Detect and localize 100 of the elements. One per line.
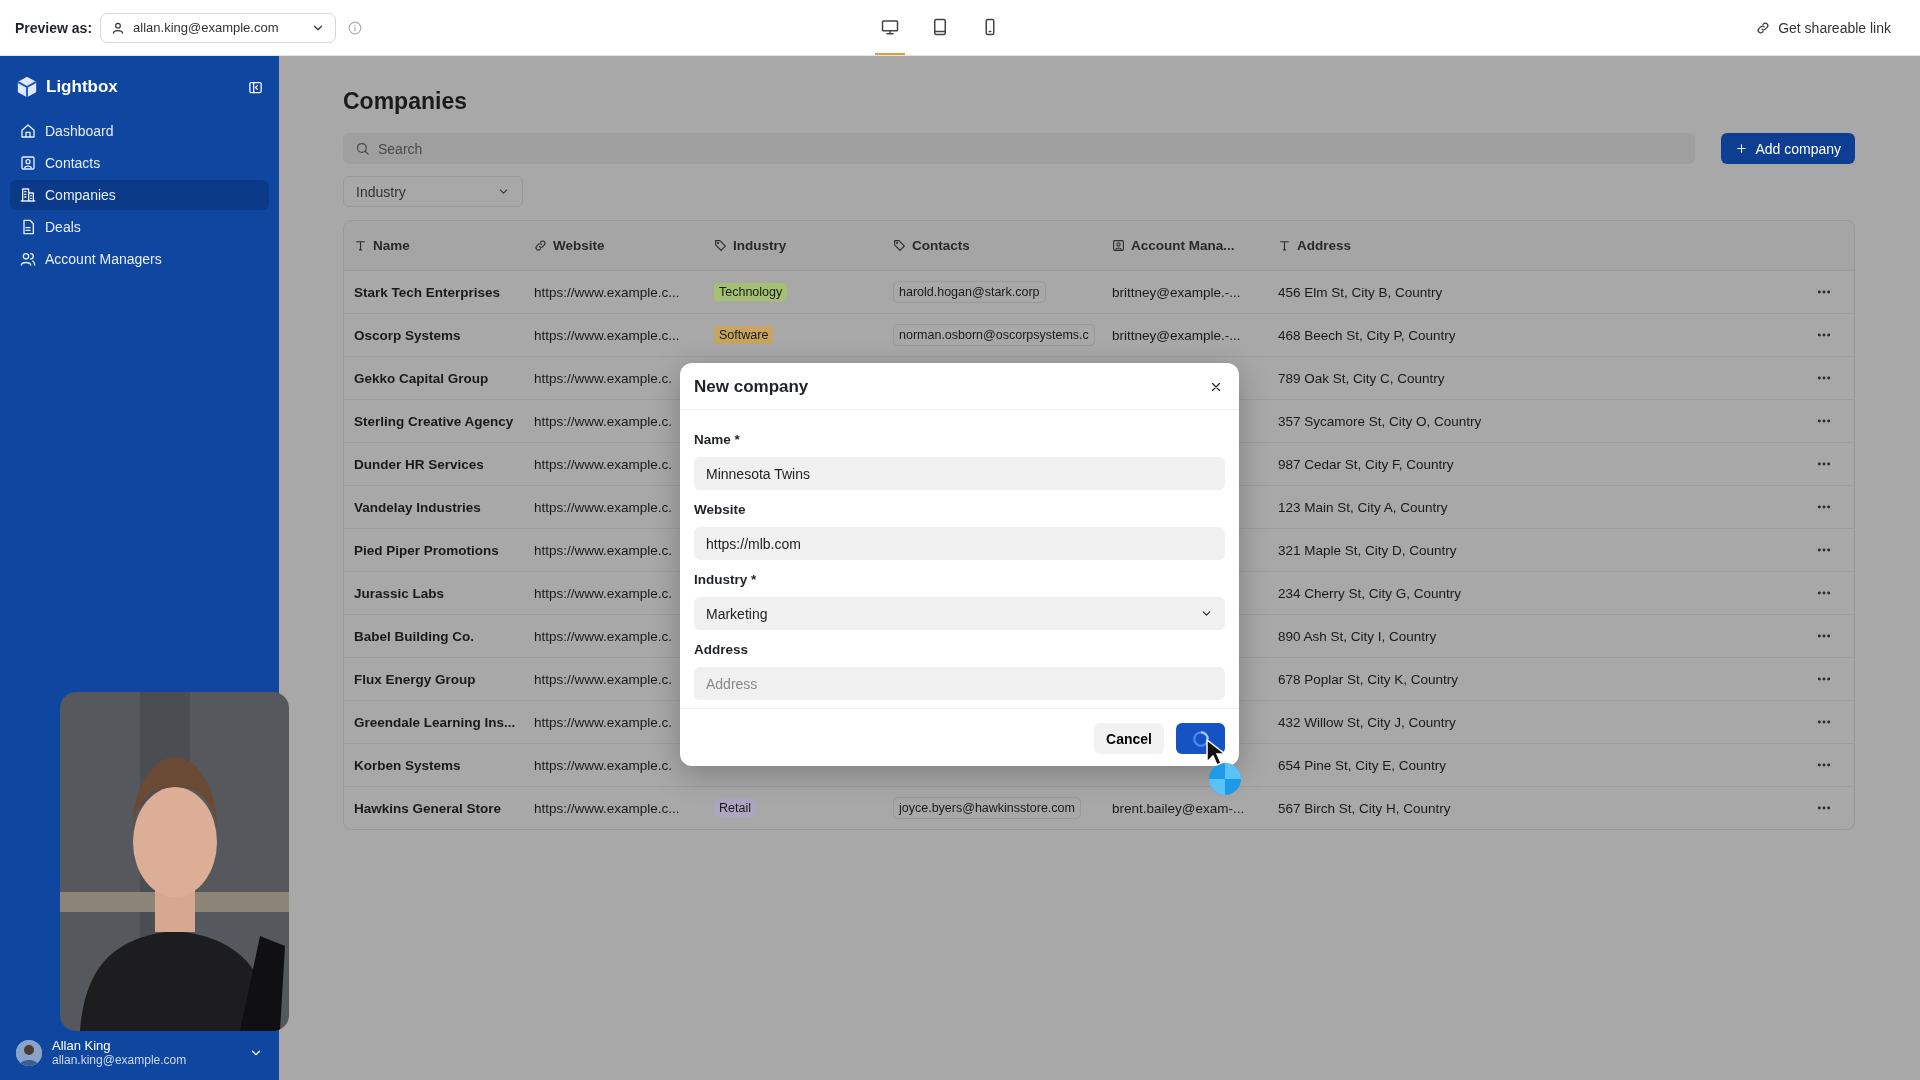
tag-icon xyxy=(714,239,727,252)
table-cell-text: Babel Building Co. xyxy=(353,628,475,644)
industry-filter[interactable]: Industry xyxy=(343,176,523,207)
brand-name: Lightbox xyxy=(46,77,119,97)
plus-icon xyxy=(1735,142,1749,155)
users-icon xyxy=(20,251,36,267)
industry-tag: Technology xyxy=(714,283,788,301)
table-cell-text: Stark Tech Enterprises xyxy=(353,284,502,300)
table-cell-text: Flux Energy Group xyxy=(353,671,477,687)
click-indicator-icon xyxy=(1208,762,1242,796)
column-header: Contacts xyxy=(912,238,970,253)
field-label: Name * xyxy=(694,432,741,447)
table-cell-text: https://www.example.c... xyxy=(533,800,681,816)
add-company-button[interactable]: Add company xyxy=(1721,133,1855,164)
table-cell-text: Greendale Learning Ins... xyxy=(353,714,517,730)
table-cell-text: https://www.example.c. xyxy=(533,714,674,730)
table-cell-text: Jurassic Labs xyxy=(353,585,446,601)
table-cell-text: 456 Elm St, City B, Country xyxy=(1277,284,1444,300)
tag-icon xyxy=(893,239,906,252)
table-cell-text: Vandelay Industries xyxy=(353,499,482,515)
table-cell-text: Sterling Creative Agency xyxy=(353,413,515,429)
column-header: Name xyxy=(373,238,410,253)
column-header: Account Mana... xyxy=(1131,238,1235,253)
industry-tag: Software xyxy=(714,326,774,344)
table-cell-text: 468 Beech St, City P, Country xyxy=(1277,327,1457,343)
user-icon xyxy=(111,20,126,35)
sidebar-item[interactable]: Companies xyxy=(10,180,269,210)
table-cell-text: https://www.example.c. xyxy=(533,370,674,386)
page-title: Companies xyxy=(343,88,468,115)
field-label: Industry * xyxy=(694,572,758,587)
user-name: Allan King xyxy=(52,1038,112,1053)
table-cell-text: 234 Cherry St, City G, Country xyxy=(1277,585,1463,601)
industry-tag: Retail xyxy=(714,799,756,817)
table-cell-text: Hawkins General Store xyxy=(353,800,503,816)
text-icon xyxy=(1278,239,1291,252)
column-header: Industry xyxy=(733,238,787,253)
spinner-icon xyxy=(1191,729,1210,748)
close-icon xyxy=(1209,380,1223,394)
table-cell-text: 678 Poplar St, City K, Country xyxy=(1277,671,1460,687)
contact-icon xyxy=(20,155,36,171)
preview-user-select[interactable]: allan.king@example.com xyxy=(100,12,337,43)
table-cell-text: 357 Sycamore St, City O, Country xyxy=(1277,413,1483,429)
table-cell-text: 987 Cedar St, City F, Country xyxy=(1277,456,1455,472)
field-label: Address xyxy=(694,642,750,657)
info-icon xyxy=(348,20,363,35)
home-icon xyxy=(20,123,36,139)
sidebar-item[interactable]: Dashboard xyxy=(10,116,269,146)
input-field[interactable]: Address xyxy=(694,667,1225,700)
table-cell-text: brittney@example.-... xyxy=(1111,327,1242,343)
table-cell-text: brent.bailey@exam-... xyxy=(1111,800,1246,816)
dialog-title: New company xyxy=(694,377,809,397)
table-cell-text: 321 Maple St, City D, Country xyxy=(1277,542,1458,558)
cube-logo-icon xyxy=(16,76,38,98)
table-cell-text: https://www.example.c. xyxy=(533,456,674,472)
table-cell-text: https://www.example.c. xyxy=(533,542,674,558)
table-cell-text: Dunder HR Services xyxy=(353,456,485,472)
building-icon xyxy=(20,187,36,203)
share-link[interactable]: Get shareable link xyxy=(1756,19,1891,36)
table-cell-text: https://www.example.c. xyxy=(533,757,674,773)
input-field[interactable]: Minnesota Twins xyxy=(694,457,1225,490)
contact-chip: harold.hogan@stark.corp xyxy=(893,281,1046,303)
table-cell-text: https://www.example.c. xyxy=(533,628,674,644)
field-label: Website xyxy=(694,502,747,517)
contact-chip: joyce.byers@hawkinsstore.com xyxy=(893,797,1081,819)
sidebar-item[interactable]: Contacts xyxy=(10,148,269,178)
table-cell-text: 123 Main St, City A, Country xyxy=(1277,499,1449,515)
table-cell-text: Pied Piper Promotions xyxy=(353,542,500,558)
input-field[interactable]: https://mlb.com xyxy=(694,527,1225,560)
preview-label: Preview as: xyxy=(15,19,93,36)
table-cell-text: Oscorp Systems xyxy=(353,327,462,343)
table-cell-text: 567 Birch St, City H, Country xyxy=(1277,800,1452,816)
table-cell-text: https://www.example.c... xyxy=(533,284,681,300)
industry-select[interactable]: Marketing xyxy=(694,597,1225,630)
table-cell-text: Korben Systems xyxy=(353,757,462,773)
column-header: Website xyxy=(553,238,605,253)
text-icon xyxy=(354,239,367,252)
user-email: allan.king@example.com xyxy=(52,1053,188,1067)
table-cell-text: Gekko Capital Group xyxy=(353,370,490,386)
table-cell-text: 432 Willow St, City J, Country xyxy=(1277,714,1457,730)
table-cell-text: 654 Pine St, City E, Country xyxy=(1277,757,1448,773)
table-cell-text: 890 Ash St, City I, Country xyxy=(1277,628,1438,644)
link-icon xyxy=(534,239,547,252)
table-cell-text: 789 Oak St, City C, Country xyxy=(1277,370,1446,386)
contact-chip: norman.osborn@oscorpsystems.c xyxy=(893,324,1095,346)
person-icon xyxy=(1112,239,1125,252)
cancel-button[interactable]: Cancel xyxy=(1094,723,1164,754)
avatar xyxy=(16,1039,42,1066)
table-cell-text: brittney@example.-... xyxy=(1111,284,1242,300)
table-cell-text: https://www.example.c. xyxy=(533,413,674,429)
sidebar-collapse-icon xyxy=(248,79,263,95)
column-header: Address xyxy=(1297,238,1352,253)
table-cell-text: https://www.example.c. xyxy=(533,671,674,687)
document-icon xyxy=(20,219,36,235)
sidebar-item[interactable]: Deals xyxy=(10,212,269,242)
sidebar-item[interactable]: Account Managers xyxy=(10,244,269,274)
search-icon xyxy=(355,141,370,156)
table-cell-text: https://www.example.c. xyxy=(533,585,674,601)
link-icon xyxy=(1756,20,1771,35)
table-cell-text: https://www.example.c... xyxy=(533,327,681,343)
desktop-icon xyxy=(881,17,900,36)
